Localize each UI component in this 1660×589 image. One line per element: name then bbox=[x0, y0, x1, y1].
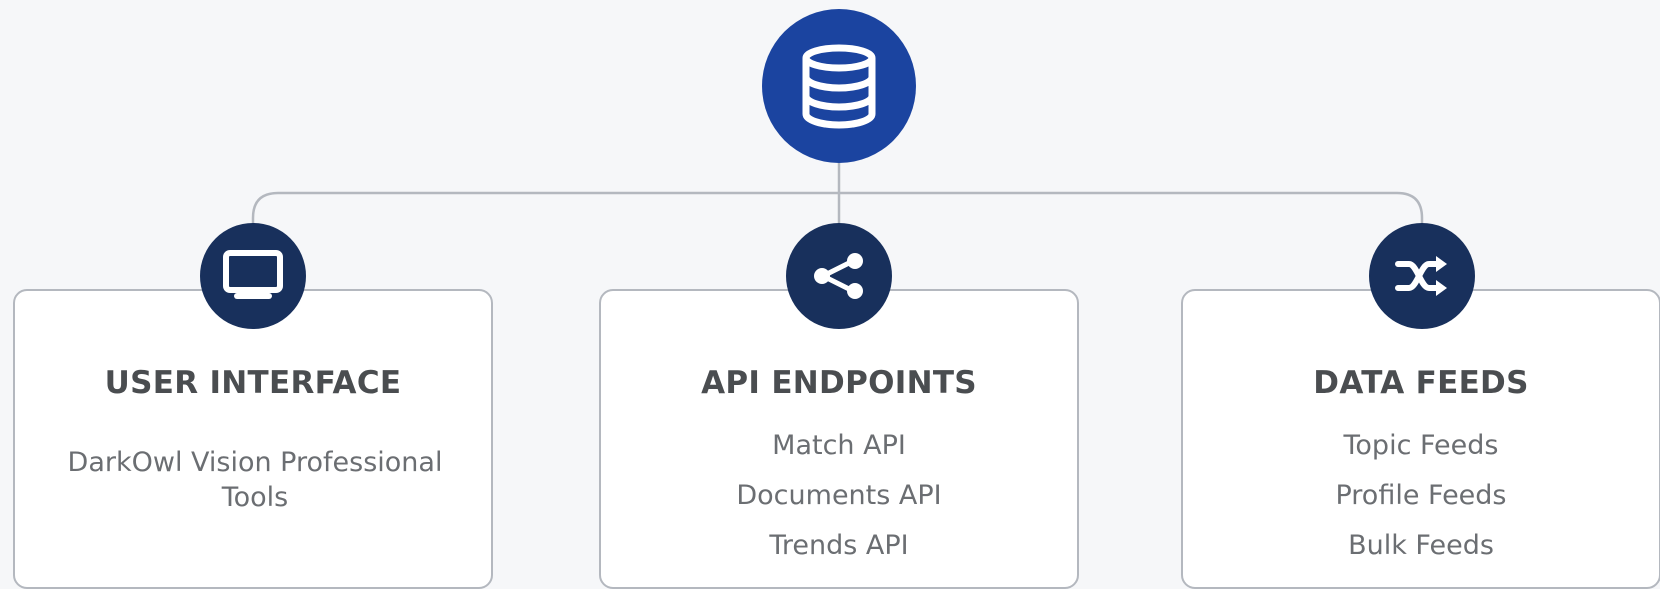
user-interface-node bbox=[200, 223, 306, 329]
list-item: Bulk Feeds bbox=[1348, 530, 1494, 561]
list-item: Match API bbox=[772, 430, 906, 461]
share-icon bbox=[814, 253, 863, 299]
data-feeds-list: Topic Feeds Profile Feeds Bulk Feeds bbox=[1183, 421, 1659, 571]
api-endpoints-node bbox=[786, 223, 892, 329]
card-title-data-feeds: DATA FEEDS bbox=[1313, 365, 1529, 401]
root-node bbox=[762, 9, 916, 163]
connector-horizontal-bar bbox=[251, 191, 1424, 223]
list-item: Topic Feeds bbox=[1343, 430, 1499, 461]
shuffle-icon bbox=[1395, 256, 1447, 296]
card-api-endpoints: API ENDPOINTS Match API Documents API Tr… bbox=[599, 289, 1079, 589]
diagram-canvas: USER INTERFACE DarkOwl Vision Profession… bbox=[0, 0, 1660, 589]
card-title-user-interface: USER INTERFACE bbox=[104, 365, 402, 401]
card-data-feeds: DATA FEEDS Topic Feeds Profile Feeds Bul… bbox=[1181, 289, 1660, 589]
data-feeds-node bbox=[1369, 223, 1475, 329]
list-item: Profile Feeds bbox=[1335, 480, 1507, 511]
list-item: Trends API bbox=[769, 530, 909, 561]
card-user-interface: USER INTERFACE DarkOwl Vision Profession… bbox=[13, 289, 493, 589]
card-title-api-endpoints: API ENDPOINTS bbox=[701, 365, 977, 401]
database-icon bbox=[802, 44, 876, 129]
list-item: Documents API bbox=[736, 480, 942, 511]
monitor-icon bbox=[223, 250, 283, 299]
api-endpoints-list: Match API Documents API Trends API bbox=[601, 421, 1077, 571]
card-description-user-interface: DarkOwl Vision Professional Tools bbox=[67, 447, 443, 513]
